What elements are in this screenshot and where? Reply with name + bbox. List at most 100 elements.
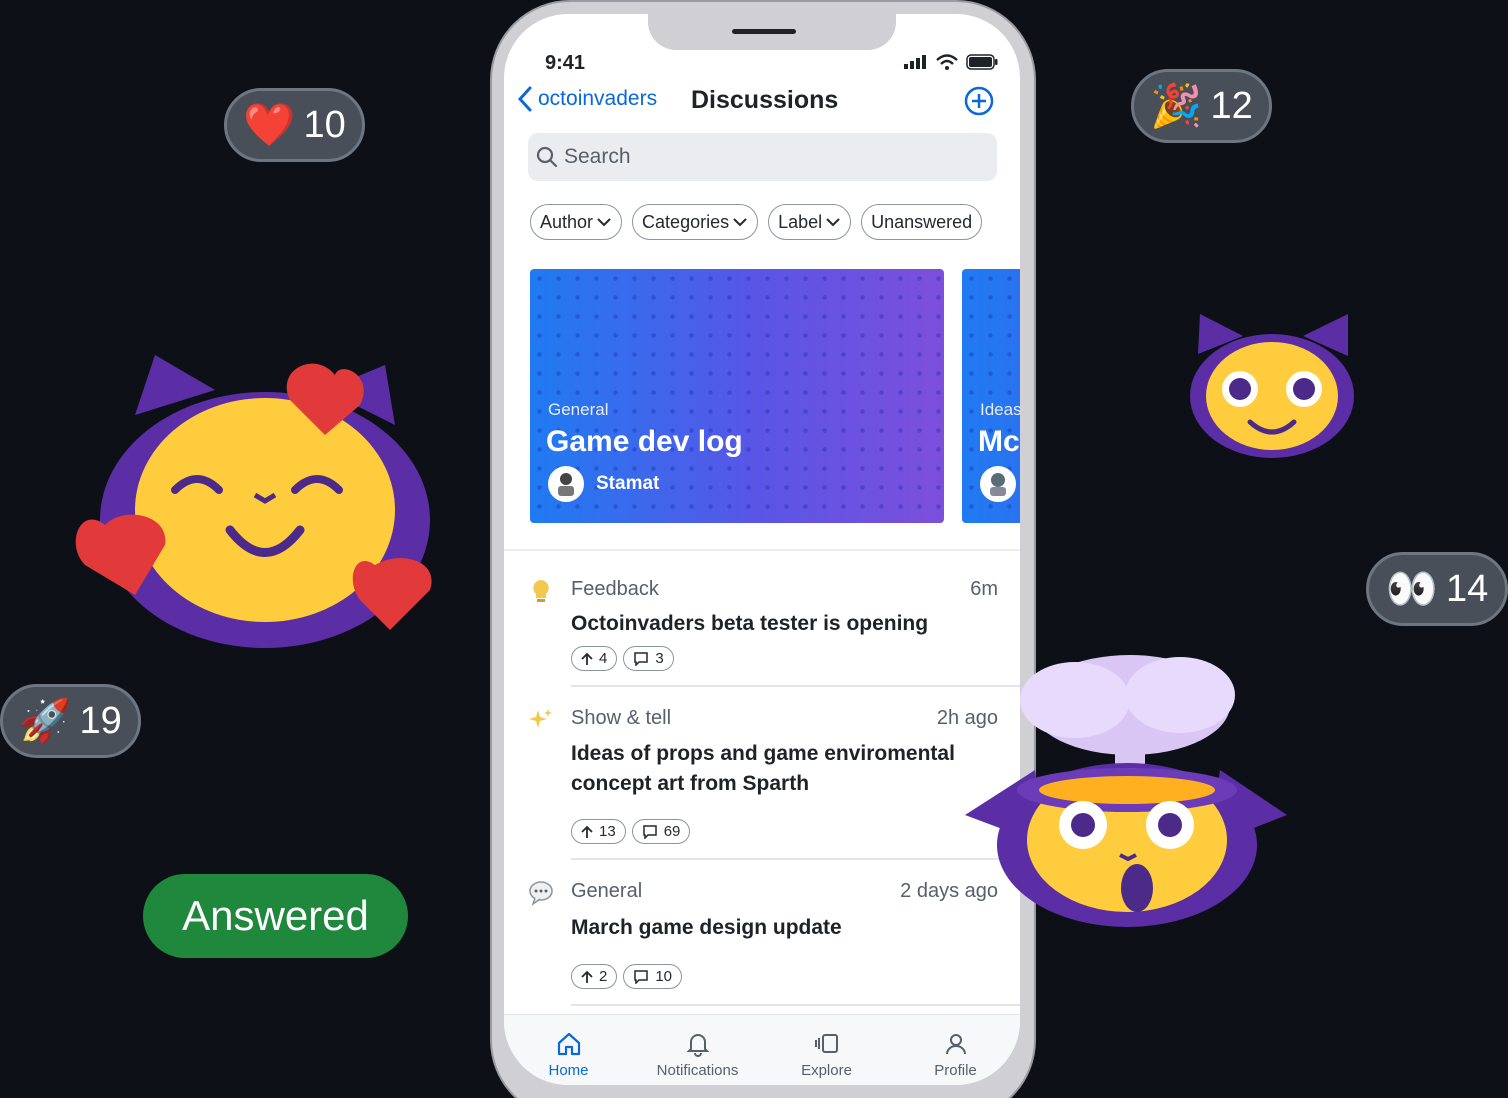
arrow-up-icon bbox=[581, 970, 593, 983]
discussion-counts: 13 69 bbox=[571, 819, 691, 844]
chevron-down-icon bbox=[826, 218, 840, 227]
comment-count: 69 bbox=[663, 823, 681, 840]
user-avatar-icon bbox=[558, 473, 574, 496]
search-input[interactable] bbox=[564, 145, 964, 169]
discussion-counts: 2 10 bbox=[571, 964, 683, 989]
upvote-count: 13 bbox=[599, 823, 616, 840]
avatar bbox=[548, 466, 584, 502]
tab-home-label: Home bbox=[548, 1062, 589, 1079]
plus-circle-icon bbox=[964, 86, 994, 116]
signal-icon bbox=[904, 55, 926, 69]
avatar bbox=[980, 466, 1016, 502]
loving-mascot-icon bbox=[75, 355, 432, 648]
comments-button[interactable]: 10 bbox=[623, 964, 683, 989]
tab-notifications[interactable]: Notifications bbox=[633, 1015, 762, 1085]
chevron-down-icon bbox=[597, 218, 611, 227]
discussion-category: General bbox=[571, 880, 643, 902]
upvote-button[interactable]: 4 bbox=[571, 646, 618, 671]
discussion-category: Show & tell bbox=[571, 707, 672, 729]
battery-icon bbox=[966, 54, 998, 70]
speaker-grille bbox=[732, 29, 796, 34]
tab-profile[interactable]: Profile bbox=[891, 1015, 1020, 1085]
featured-title: Game dev log bbox=[546, 425, 743, 458]
comment-count: 3 bbox=[655, 650, 664, 667]
tab-profile-label: Profile bbox=[934, 1062, 977, 1079]
discussion-title: March game design update bbox=[571, 916, 842, 939]
page-title: Discussions bbox=[691, 86, 839, 114]
filter-categories[interactable]: Categories bbox=[632, 204, 759, 240]
rocket-reaction-pill: 🚀 19 bbox=[0, 684, 141, 758]
filter-label[interactable]: Label bbox=[768, 204, 852, 240]
filter-unanswered[interactable]: Unanswered bbox=[861, 204, 983, 240]
tab-explore[interactable]: Explore bbox=[762, 1015, 891, 1085]
discussion-category: Feedback bbox=[571, 578, 659, 600]
sparkles-icon bbox=[529, 709, 552, 728]
filter-chips: Author Categories Label Unanswered bbox=[530, 204, 983, 240]
heart-reaction-pill: ❤️ 10 bbox=[224, 88, 365, 162]
comment-count: 10 bbox=[655, 968, 673, 985]
search-icon bbox=[536, 146, 558, 168]
person-icon bbox=[945, 1034, 966, 1055]
search-bar[interactable] bbox=[528, 133, 997, 181]
filter-author-label: Author bbox=[540, 211, 594, 232]
featured-author: Stamat bbox=[548, 466, 659, 502]
tab-bar: Home Notifications Explore Profile bbox=[504, 1014, 1020, 1085]
filter-author[interactable]: Author bbox=[530, 204, 623, 240]
featured-title: Mc bbox=[978, 425, 1020, 458]
list-item[interactable]: Feedback 6m Octoinvaders beta tester is … bbox=[504, 576, 1020, 696]
row-separator bbox=[571, 858, 1020, 860]
chevron-down-icon bbox=[733, 218, 747, 227]
app-screen: 9:41 octoinvaders Discussions Author Cat… bbox=[504, 14, 1020, 1085]
tada-count: 12 bbox=[1210, 84, 1253, 127]
featured-card-ideas[interactable]: Ideas Mc bbox=[962, 269, 1020, 523]
new-discussion-button[interactable] bbox=[964, 86, 994, 121]
row-separator bbox=[571, 1004, 1020, 1006]
list-item[interactable]: Show & tell 2h ago Ideas of props and ga… bbox=[504, 705, 1020, 865]
party-popper-icon: 🎉 bbox=[1150, 82, 1203, 129]
comment-icon bbox=[642, 824, 657, 839]
answered-badge: Answered bbox=[143, 874, 408, 958]
bell-icon bbox=[686, 1034, 709, 1057]
tab-home[interactable]: Home bbox=[504, 1015, 633, 1085]
heart-icon: ❤️ bbox=[243, 101, 296, 148]
discussion-counts: 4 3 bbox=[571, 646, 674, 671]
chevron-left-icon bbox=[518, 86, 532, 112]
featured-card-game-dev-log[interactable]: General Game dev log Stamat bbox=[530, 269, 944, 523]
arrow-up-icon bbox=[581, 652, 593, 665]
wifi-icon bbox=[936, 54, 958, 70]
filter-categories-label: Categories bbox=[642, 211, 730, 232]
comments-button[interactable]: 69 bbox=[631, 819, 691, 844]
phone-notch bbox=[648, 14, 896, 50]
lightbulb-icon bbox=[533, 580, 549, 602]
back-button[interactable]: octoinvaders bbox=[518, 86, 657, 112]
upvote-count: 2 bbox=[599, 968, 608, 985]
comment-icon bbox=[634, 969, 649, 984]
featured-category: Ideas bbox=[980, 400, 1020, 419]
status-time: 9:41 bbox=[545, 52, 586, 74]
status-icons bbox=[904, 54, 998, 70]
comments-button[interactable]: 3 bbox=[623, 646, 674, 671]
eyes-icon: 👀 bbox=[1385, 565, 1438, 612]
discussion-time: 6m bbox=[970, 578, 998, 600]
arrow-up-icon bbox=[581, 825, 593, 838]
comment-icon bbox=[634, 651, 649, 666]
eyes-count: 14 bbox=[1446, 567, 1489, 610]
featured-author bbox=[980, 466, 1016, 502]
featured-author-name: Stamat bbox=[596, 473, 660, 494]
section-divider bbox=[504, 549, 1020, 551]
discussion-title: Ideas of props and game enviromental con… bbox=[571, 742, 955, 795]
user-avatar-icon bbox=[990, 473, 1006, 496]
list-item[interactable]: General 2 days ago March game design upd… bbox=[504, 878, 1020, 1018]
tab-explore-label: Explore bbox=[801, 1062, 852, 1079]
explore-icon bbox=[814, 1034, 838, 1053]
back-label: octoinvaders bbox=[538, 87, 658, 110]
upvote-button[interactable]: 13 bbox=[571, 819, 626, 844]
upvote-button[interactable]: 2 bbox=[571, 964, 618, 989]
row-separator bbox=[571, 685, 1020, 687]
upvote-count: 4 bbox=[599, 650, 608, 667]
eyes-reaction-pill: 👀 14 bbox=[1366, 552, 1508, 626]
home-icon bbox=[557, 1032, 580, 1056]
smiling-mascot-icon bbox=[1190, 314, 1354, 458]
rocket-icon: 🚀 bbox=[19, 697, 72, 744]
filter-label-label: Label bbox=[778, 211, 823, 232]
